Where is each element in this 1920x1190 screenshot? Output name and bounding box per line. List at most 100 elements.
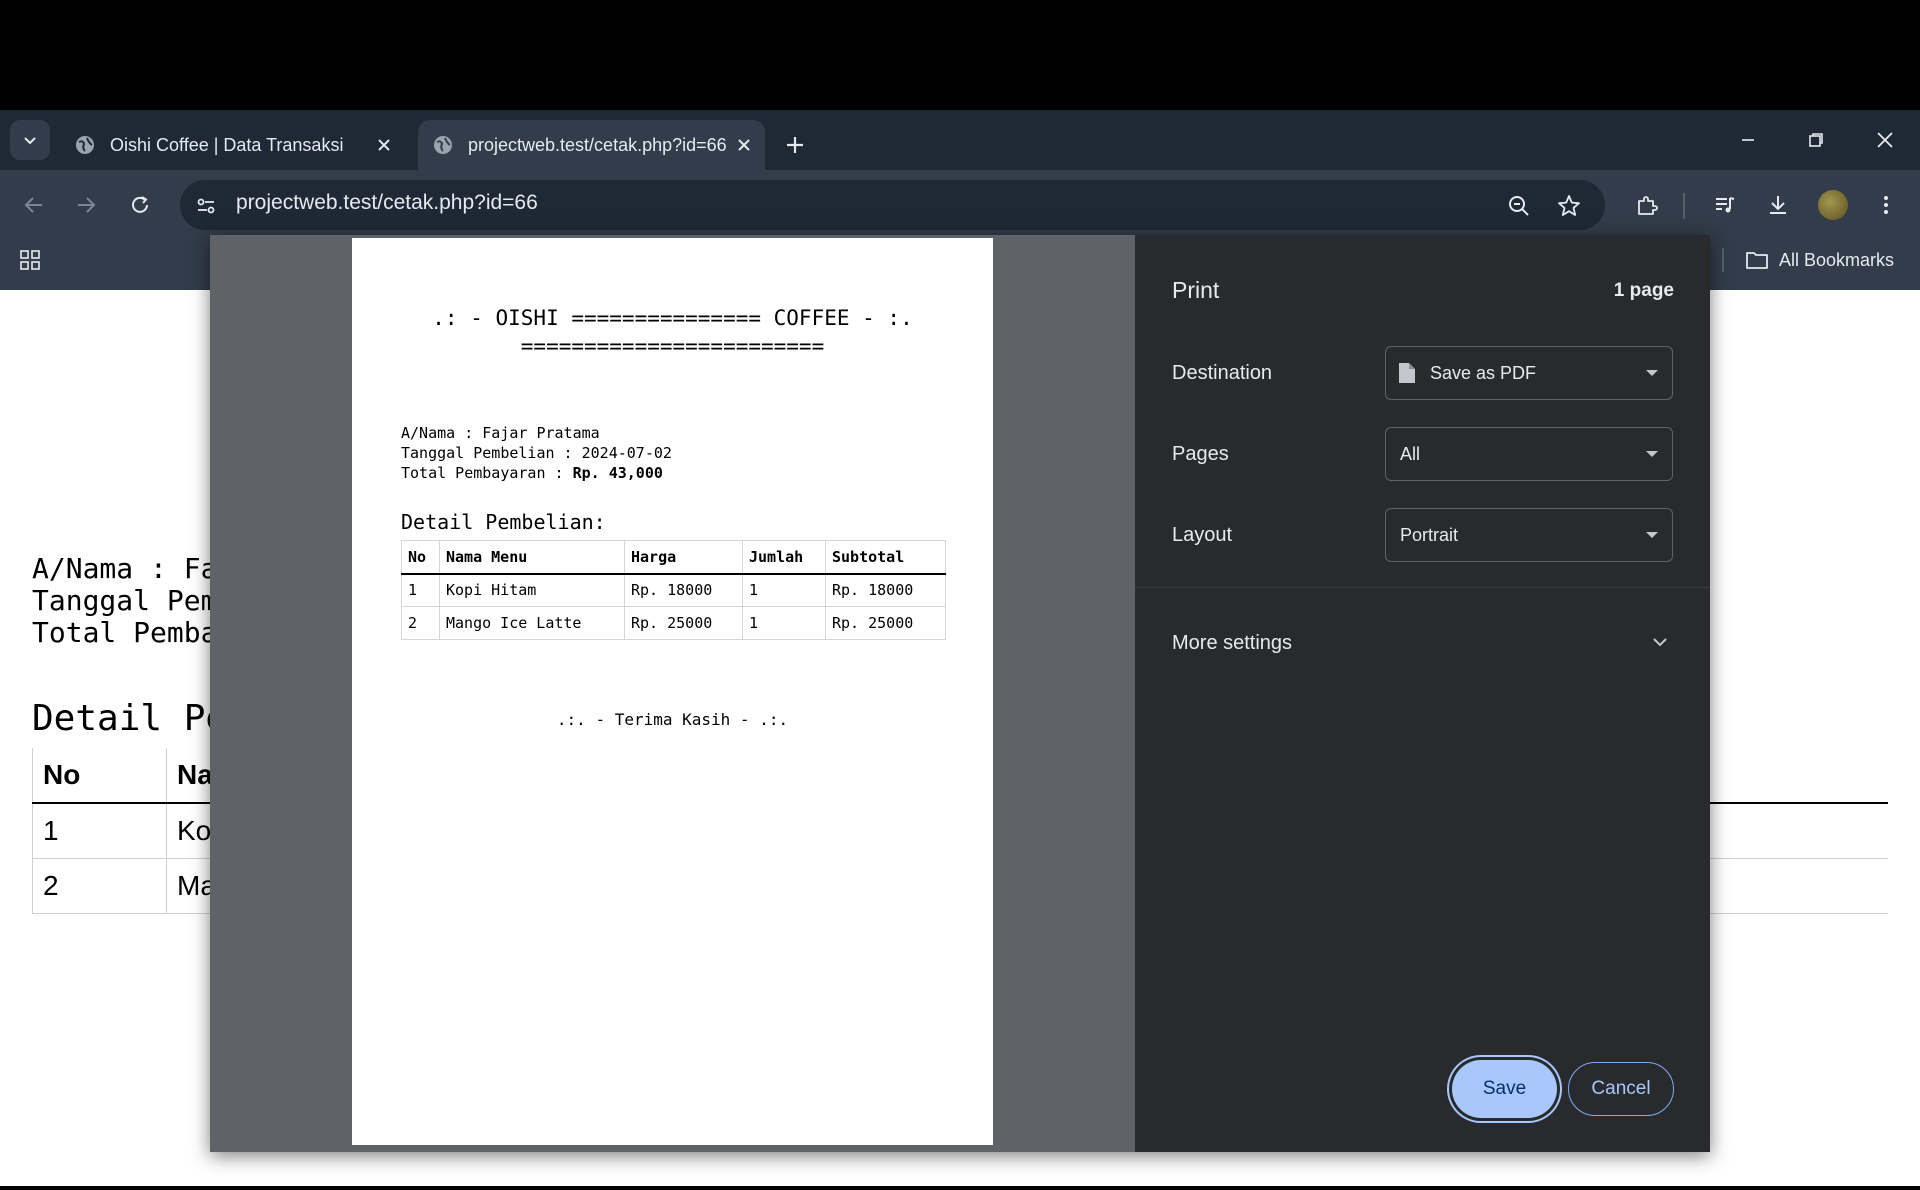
profile-avatar[interactable] bbox=[1818, 190, 1848, 220]
table-cell: 2 bbox=[401, 606, 440, 640]
restore-button[interactable] bbox=[1786, 115, 1846, 165]
globe-icon bbox=[74, 134, 96, 156]
tab-cetak[interactable]: projectweb.test/cetak.php?id=66 bbox=[418, 120, 765, 170]
bookmark-button[interactable] bbox=[1553, 190, 1585, 222]
table-cell: Rp. 18000 bbox=[825, 573, 946, 607]
queue-music-icon bbox=[1716, 197, 1735, 213]
bg-detail-heading: Detail Pe bbox=[32, 698, 228, 739]
table-cell: 1 bbox=[32, 803, 167, 859]
arrow-left-icon bbox=[24, 197, 42, 213]
table-row: 2 Mango Ice Latte Rp. 25000 1 Rp. 25000 bbox=[401, 606, 946, 640]
dropdown-arrow-icon bbox=[1646, 532, 1658, 538]
minimize-icon bbox=[1742, 139, 1754, 141]
star-icon bbox=[1558, 195, 1580, 216]
table-cell: 1 bbox=[742, 606, 826, 640]
more-vert-icon bbox=[1884, 196, 1888, 214]
print-settings-panel: Print 1 page Destination Save as PDF Pag… bbox=[1135, 235, 1710, 1152]
table-cell: Rp. 18000 bbox=[624, 573, 743, 607]
site-info-button[interactable] bbox=[190, 190, 222, 222]
dropdown-arrow-icon bbox=[1646, 370, 1658, 376]
layout-label: Layout bbox=[1172, 524, 1233, 546]
toolbar-separator bbox=[1683, 193, 1685, 219]
cancel-button[interactable]: Cancel bbox=[1568, 1062, 1674, 1116]
close-window-button[interactable] bbox=[1855, 115, 1915, 165]
receipt-total: Total Pembayaran : Rp. 43,000 bbox=[401, 463, 672, 483]
table-header: Subtotal bbox=[825, 540, 946, 575]
url-text[interactable]: projectweb.test/cetak.php?id=66 bbox=[236, 191, 538, 215]
pages-value: All bbox=[1400, 443, 1421, 464]
table-cell: 1 bbox=[401, 573, 440, 607]
new-tab-button[interactable] bbox=[775, 125, 815, 165]
table-row: 1 Kopi Hitam Rp. 18000 1 Rp. 18000 bbox=[401, 573, 946, 607]
table-cell: Rp. 25000 bbox=[825, 606, 946, 640]
settings-divider bbox=[1135, 587, 1710, 588]
tab-oishi-coffee[interactable]: Oishi Coffee | Data Transaksi bbox=[60, 120, 405, 170]
receipt-nama: A/Nama : Fajar Pratama bbox=[401, 424, 600, 442]
arrow-right-icon bbox=[78, 197, 96, 213]
forward-button[interactable] bbox=[66, 185, 106, 225]
more-settings-toggle[interactable]: More settings bbox=[1172, 632, 1292, 655]
table-cell: 2 bbox=[32, 858, 167, 914]
layout-value: Portrait bbox=[1400, 524, 1459, 545]
receipt-footer: .:. - Terima Kasih - .:. bbox=[556, 710, 789, 729]
print-preview-area[interactable]: .: - OISHI =============== COFFEE - :. =… bbox=[210, 235, 1135, 1152]
close-icon[interactable] bbox=[729, 130, 759, 160]
table-header: No bbox=[32, 748, 167, 804]
download-icon bbox=[1770, 196, 1786, 214]
receipt-title-line1: .: - OISHI =============== COFFEE - :. bbox=[432, 306, 913, 330]
receipt-title: .: - OISHI =============== COFFEE - :. =… bbox=[352, 304, 993, 360]
media-control-button[interactable] bbox=[1705, 185, 1745, 225]
back-button[interactable] bbox=[14, 185, 54, 225]
all-bookmarks-button[interactable]: All Bookmarks bbox=[1745, 245, 1894, 275]
folder-icon bbox=[1745, 250, 1769, 270]
dropdown-arrow-icon bbox=[1646, 451, 1658, 457]
zoom-button[interactable] bbox=[1503, 190, 1535, 222]
screen-top-black-area bbox=[0, 0, 1920, 110]
chevron-down-icon bbox=[24, 137, 36, 145]
file-icon bbox=[1398, 362, 1416, 384]
close-icon bbox=[1877, 132, 1893, 148]
globe-icon bbox=[432, 134, 454, 156]
table-cell: Rp. 25000 bbox=[624, 606, 743, 640]
table-header: No bbox=[401, 540, 440, 575]
bg-total: Total Pembay bbox=[32, 616, 235, 649]
print-title: Print bbox=[1172, 277, 1220, 303]
downloads-button[interactable] bbox=[1758, 185, 1798, 225]
receipt-info: A/Nama : Fajar Pratama Tanggal Pembelian… bbox=[401, 423, 672, 483]
reload-icon bbox=[132, 196, 148, 213]
restore-icon bbox=[1809, 133, 1823, 147]
tab-title: Oishi Coffee | Data Transaksi bbox=[110, 134, 344, 155]
menu-button[interactable] bbox=[1866, 185, 1906, 225]
save-button[interactable]: Save bbox=[1452, 1060, 1557, 1118]
plus-icon bbox=[787, 137, 803, 153]
table-cell: Kopi Hitam bbox=[439, 573, 625, 607]
zoom-out-icon bbox=[1509, 196, 1529, 216]
table-header: Nama Menu bbox=[439, 540, 625, 575]
chevron-down-icon[interactable] bbox=[1648, 630, 1672, 654]
apps-grid-icon bbox=[20, 250, 40, 270]
taskbar-edge bbox=[0, 1186, 1920, 1190]
receipt-table: No Nama Menu Harga Jumlah Subtotal 1 Kop… bbox=[401, 540, 946, 640]
receipt-detail-heading: Detail Pembelian: bbox=[401, 510, 606, 534]
table-header: Harga bbox=[624, 540, 743, 575]
layout-select[interactable]: Portrait bbox=[1385, 508, 1673, 562]
receipt-title-line2: ======================== bbox=[520, 334, 825, 358]
destination-select[interactable]: Save as PDF bbox=[1385, 346, 1673, 400]
pages-select[interactable]: All bbox=[1385, 427, 1673, 481]
bg-nama: A/Nama : Fa bbox=[32, 552, 218, 585]
page-count: 1 page bbox=[1613, 280, 1674, 301]
minimize-button[interactable] bbox=[1718, 115, 1778, 165]
table-header-row: No Nama Menu Harga Jumlah Subtotal bbox=[401, 540, 946, 575]
table-header: Jumlah bbox=[742, 540, 826, 575]
close-icon[interactable] bbox=[369, 130, 399, 160]
tab-search-button[interactable] bbox=[10, 120, 50, 160]
table-cell: Mango Ice Latte bbox=[439, 606, 625, 640]
destination-value: Save as PDF bbox=[1430, 362, 1537, 383]
extensions-button[interactable] bbox=[1627, 185, 1667, 225]
bg-tanggal: Tanggal Pemb bbox=[32, 584, 235, 617]
tune-icon bbox=[197, 198, 215, 214]
puzzle-icon bbox=[1638, 196, 1658, 215]
apps-button[interactable] bbox=[12, 245, 48, 275]
receipt-tanggal: Tanggal Pembelian : 2024-07-02 bbox=[401, 444, 672, 462]
reload-button[interactable] bbox=[120, 185, 160, 225]
